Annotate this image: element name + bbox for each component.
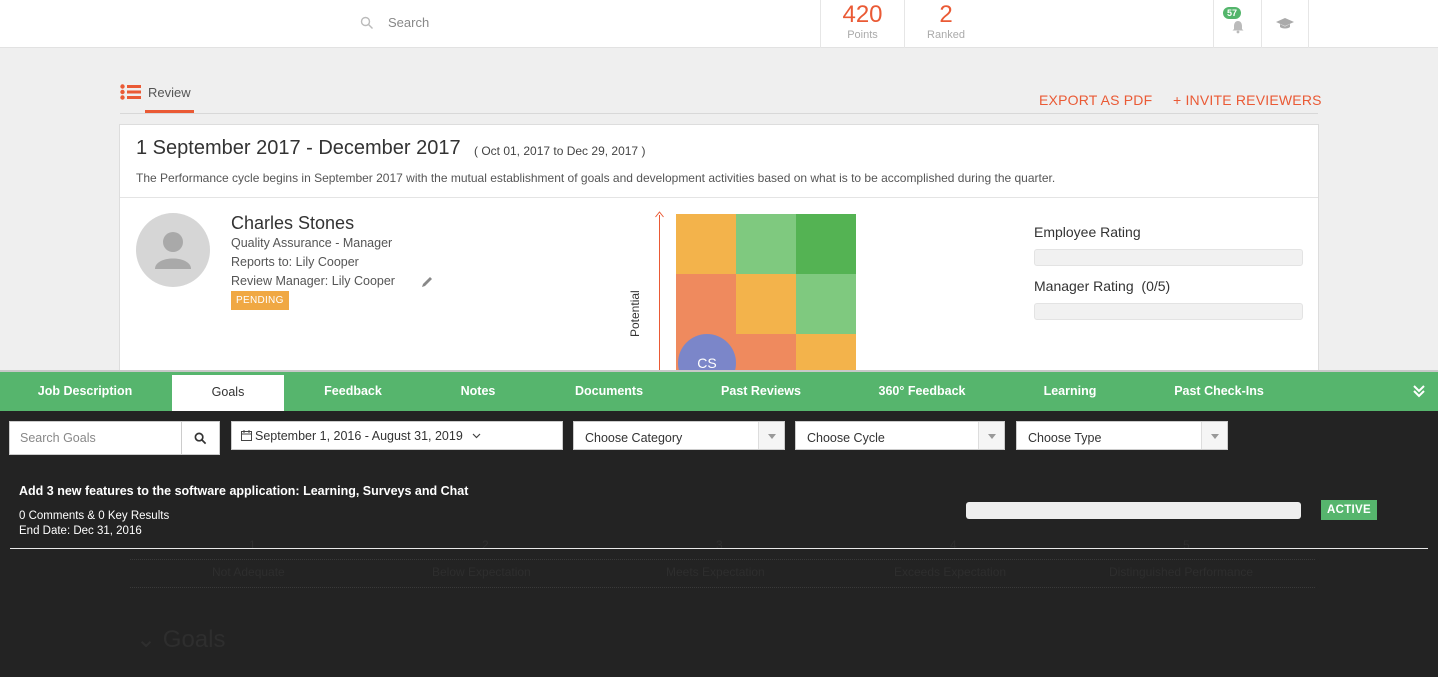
goal-search-box[interactable] <box>9 421 182 455</box>
cycle-description: The Performance cycle begins in Septembe… <box>136 171 1056 185</box>
top-bar: 420 Points 2 Ranked 57 <box>0 0 1438 48</box>
search-icon <box>194 432 207 444</box>
type-select-value: Choose Type <box>1028 431 1102 445</box>
search-icon <box>360 16 373 29</box>
cycle-select[interactable]: Choose Cycle <box>795 421 1005 450</box>
cycle-date-range: ( Oct 01, 2017 to Dec 29, 2017 ) <box>474 144 646 158</box>
review-manager: Review Manager: Lily Cooper <box>231 274 395 288</box>
nine-box-cell <box>736 274 796 334</box>
review-tab[interactable]: Review <box>120 84 191 100</box>
goal-end-date: End Date: Dec 31, 2016 <box>19 525 142 537</box>
employee-rating-bar <box>1034 249 1303 266</box>
dropdown-arrow-icon <box>978 422 1004 449</box>
dropdown-arrow-icon <box>1201 422 1227 449</box>
tab-notes[interactable]: Notes <box>423 372 533 411</box>
scale-number-5: 5 <box>1183 538 1190 552</box>
avatar <box>136 213 210 287</box>
tab-job-description[interactable]: Job Description <box>10 372 160 411</box>
nine-box-cell <box>676 214 736 274</box>
tab-360-feedback[interactable]: 360° Feedback <box>852 372 992 411</box>
potential-axis-label: Potential <box>628 290 642 337</box>
scale-label-4: Exceeds Expectation <box>894 565 1007 579</box>
tab-documents[interactable]: Documents <box>549 372 669 411</box>
points-label: Points <box>847 29 878 41</box>
review-card: 1 September 2017 - December 2017 ( Oct 0… <box>119 124 1319 392</box>
search-input[interactable] <box>388 15 588 30</box>
card-divider <box>120 197 1318 198</box>
goals-section-heading: ⌄ Goals <box>136 625 225 654</box>
goal-counts: 0 Comments & 0 Key Results <box>19 510 170 522</box>
tab-goals[interactable]: Goals <box>172 375 284 411</box>
goals-section-title: Goals <box>162 626 226 653</box>
notifications-button[interactable]: 57 <box>1213 0 1261 48</box>
scale-label-2: Below Expectation <box>432 565 531 579</box>
learning-button[interactable] <box>1261 0 1309 48</box>
notification-count-badge: 57 <box>1223 7 1242 19</box>
goal-search-input[interactable] <box>10 422 181 454</box>
list-icon <box>120 84 141 100</box>
tab-learning[interactable]: Learning <box>1020 372 1120 411</box>
edit-pencil-icon[interactable] <box>420 275 434 289</box>
goal-title[interactable]: Add 3 new features to the software appli… <box>19 484 468 498</box>
bell-icon <box>1232 21 1243 34</box>
scale-number-3: 3 <box>716 538 723 552</box>
scale-label-1: Not Adequate <box>212 565 285 579</box>
export-pdf-button[interactable]: EXPORT AS PDF <box>1039 92 1152 108</box>
reports-to: Reports to: Lily Cooper <box>231 255 359 269</box>
category-select-value: Choose Category <box>585 431 683 445</box>
manager-rating-label: Manager Rating (0/5) <box>1034 278 1170 294</box>
goal-search-button[interactable] <box>181 421 220 455</box>
scale-number-2: 2 <box>482 538 489 552</box>
invite-reviewers-button[interactable]: + INVITE REVIEWERS <box>1173 92 1322 108</box>
goal-progress-bar <box>966 502 1301 519</box>
manager-rating-score: (0/5) <box>1141 278 1171 294</box>
graduation-cap-icon <box>1276 18 1294 29</box>
nine-box-cell <box>736 214 796 274</box>
date-range-value: September 1, 2016 - August 31, 2019 <box>255 429 463 443</box>
points-stat[interactable]: 420 Points <box>820 0 904 48</box>
chevron-down-icon <box>472 433 481 439</box>
cycle-select-value: Choose Cycle <box>807 431 885 445</box>
cycle-title: 1 September 2017 - December 2017 <box>136 137 461 159</box>
tab-past-check-ins[interactable]: Past Check-Ins <box>1158 372 1280 411</box>
tab-bar: Job Description Goals Feedback Notes Doc… <box>0 370 1438 411</box>
calendar-icon <box>241 430 252 441</box>
goal-divider <box>10 548 1428 549</box>
nine-box-cell <box>676 274 736 334</box>
user-icon <box>155 232 191 269</box>
scale-divider <box>130 559 1315 560</box>
employee-role: Quality Assurance - Manager <box>231 236 393 250</box>
points-value: 420 <box>842 1 883 28</box>
tab-past-reviews[interactable]: Past Reviews <box>696 372 826 411</box>
goal-status-badge: ACTIVE <box>1321 500 1377 520</box>
date-range-picker[interactable]: September 1, 2016 - August 31, 2019 <box>231 421 563 450</box>
scale-number-1: 1 <box>249 538 256 552</box>
manager-rating-text: Manager Rating <box>1034 278 1134 294</box>
goals-panel: 1 2 3 4 5 Not Adequate Below Expectation… <box>0 411 1438 677</box>
employee-name: Charles Stones <box>231 213 355 233</box>
ranked-stat[interactable]: 2 Ranked <box>904 0 987 48</box>
employee-rating-label: Employee Rating <box>1034 224 1141 240</box>
type-select[interactable]: Choose Type <box>1016 421 1228 450</box>
tab-feedback[interactable]: Feedback <box>298 372 408 411</box>
scale-label-5: Distinguished Performance <box>1109 565 1254 579</box>
dropdown-arrow-icon <box>758 422 784 449</box>
nine-box-cell <box>796 214 856 274</box>
arrow-up-icon <box>655 211 664 218</box>
category-select[interactable]: Choose Category <box>573 421 785 450</box>
manager-rating-bar <box>1034 303 1303 320</box>
scale-divider <box>130 587 1315 588</box>
nine-box-cell <box>796 274 856 334</box>
global-search[interactable] <box>360 15 588 30</box>
scale-label-3: Meets Expectation <box>666 565 765 579</box>
chevron-down-icon: ⌄ <box>136 626 157 653</box>
scale-number-4: 4 <box>950 538 957 552</box>
review-tab-label: Review <box>148 84 191 100</box>
header-divider <box>120 113 1318 114</box>
potential-axis-arrow <box>659 215 660 385</box>
double-chevron-down-icon[interactable] <box>1412 384 1426 398</box>
ranked-value: 2 <box>939 1 953 28</box>
status-badge: PENDING <box>231 291 289 310</box>
ranked-label: Ranked <box>927 29 965 41</box>
